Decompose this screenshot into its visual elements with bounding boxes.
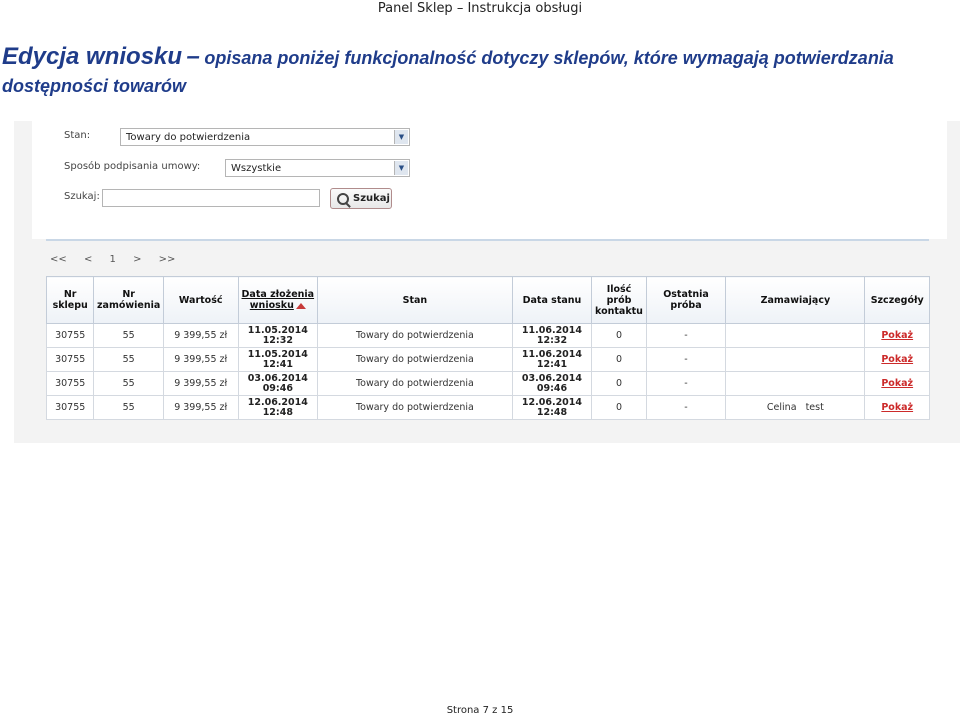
search-button-label: Szukaj bbox=[353, 193, 390, 204]
cell-nr-sklepu: 30755 bbox=[45, 395, 95, 420]
cell-data-stanu: 12.06.2014 12:48 bbox=[511, 395, 593, 420]
col-data-stanu[interactable]: Data stanu bbox=[511, 276, 593, 324]
cell-data-stanu: 03.06.2014 09:46 bbox=[511, 371, 593, 396]
cell-wartosc: 9 399,55 zł bbox=[162, 347, 239, 372]
col-ostatnia-proba[interactable]: Ostatnia próba bbox=[645, 276, 727, 324]
pagination: << < 1 > >> bbox=[50, 254, 189, 265]
col-nr-zamowienia[interactable]: Nr zamówienia bbox=[93, 276, 164, 324]
page-footer: Strona 7 z 15 bbox=[446, 705, 514, 716]
requests-table: Nr sklepu Nr zamówienia Wartość Data złoże… bbox=[45, 276, 930, 420]
heading-description-line2: dostępności towarów bbox=[2, 76, 187, 96]
cell-zamawiajacy: Celina test bbox=[725, 395, 866, 420]
search-icon bbox=[337, 193, 349, 205]
search-button[interactable]: Szukaj bbox=[330, 188, 392, 209]
cell-ostatnia-proba: - bbox=[645, 395, 727, 420]
pager-prev[interactable]: < bbox=[84, 254, 92, 265]
cell-zamawiajacy bbox=[725, 347, 866, 372]
sposob-select[interactable]: Wszystkie ▼ bbox=[225, 159, 410, 177]
cell-szczegoly: Pokaż bbox=[864, 347, 930, 372]
cell-nr-sklepu: 30755 bbox=[45, 323, 95, 348]
cell-data-stanu: 11.06.2014 12:41 bbox=[511, 347, 593, 372]
heading-main: Edycja wniosku bbox=[2, 43, 183, 70]
cell-ostatnia-proba: - bbox=[645, 347, 727, 372]
table-row: 30755 55 9 399,55 zł 12.06.2014 12:48 Tow… bbox=[45, 395, 930, 420]
cell-data-zlozenia: 12.06.2014 12:48 bbox=[237, 395, 319, 420]
cell-stan: Towary do potwierdzenia bbox=[317, 371, 513, 396]
col-stan[interactable]: Stan bbox=[317, 276, 513, 324]
cell-ostatnia-proba: - bbox=[645, 371, 727, 396]
details-link[interactable]: Pokaż bbox=[881, 378, 913, 389]
col-szczegoly: Szczegóły bbox=[864, 276, 930, 324]
cell-ilosc-prob: 0 bbox=[591, 347, 647, 372]
cell-ostatnia-proba: - bbox=[645, 323, 727, 348]
heading-dash: – bbox=[186, 43, 200, 70]
stan-label: Stan: bbox=[64, 130, 91, 141]
table-header-row: Nr sklepu Nr zamówienia Wartość Data złoże… bbox=[45, 276, 930, 324]
cell-wartosc: 9 399,55 zł bbox=[162, 371, 239, 396]
cell-nr-sklepu: 30755 bbox=[45, 371, 95, 396]
chevron-down-icon[interactable]: ▼ bbox=[394, 161, 408, 175]
table-row: 30755 55 9 399,55 zł 11.05.2014 12:32 Tow… bbox=[45, 323, 930, 348]
cell-szczegoly: Pokaż bbox=[864, 395, 930, 420]
pager-last[interactable]: >> bbox=[159, 254, 176, 265]
cell-ilosc-prob: 0 bbox=[591, 371, 647, 396]
screenshot-area: Stan: Towary do potwierdzenia ▼ Sposób p… bbox=[14, 121, 960, 443]
cell-nr-zamowienia: 55 bbox=[93, 347, 164, 372]
sposob-select-value: Wszystkie bbox=[231, 163, 282, 174]
pager-first[interactable]: << bbox=[50, 254, 67, 265]
cell-nr-zamowienia: 55 bbox=[93, 395, 164, 420]
search-input[interactable] bbox=[102, 189, 320, 207]
sort-asc-icon bbox=[295, 302, 306, 309]
pager-page[interactable]: 1 bbox=[110, 254, 116, 265]
pager-next[interactable]: > bbox=[133, 254, 141, 265]
szukaj-label: Szukaj: bbox=[64, 191, 100, 202]
separator bbox=[46, 239, 929, 241]
details-link[interactable]: Pokaż bbox=[881, 354, 913, 365]
heading-description: opisana poniżej funkcjonalność dotyczy s… bbox=[204, 48, 894, 68]
details-link[interactable]: Pokaż bbox=[881, 330, 913, 341]
cell-wartosc: 9 399,55 zł bbox=[162, 395, 239, 420]
col-zamawiajacy[interactable]: Zamawiający bbox=[725, 276, 866, 324]
cell-nr-zamowienia: 55 bbox=[93, 323, 164, 348]
cell-szczegoly: Pokaż bbox=[864, 323, 930, 348]
col-data-zlozenia[interactable]: Data złożenia wniosku bbox=[237, 276, 319, 324]
details-link[interactable]: Pokaż bbox=[881, 402, 913, 413]
table-row: 30755 55 9 399,55 zł 03.06.2014 09:46 Tow… bbox=[45, 371, 930, 396]
cell-wartosc: 9 399,55 zł bbox=[162, 323, 239, 348]
cell-stan: Towary do potwierdzenia bbox=[317, 395, 513, 420]
table-row: 30755 55 9 399,55 zł 11.05.2014 12:41 Tow… bbox=[45, 347, 930, 372]
cell-stan: Towary do potwierdzenia bbox=[317, 347, 513, 372]
stan-select-value: Towary do potwierdzenia bbox=[126, 132, 251, 143]
col-ilosc-prob[interactable]: Ilość prób kontaktu bbox=[591, 276, 647, 324]
cell-data-zlozenia: 03.06.2014 09:46 bbox=[237, 371, 319, 396]
cell-data-zlozenia: 11.05.2014 12:32 bbox=[237, 323, 319, 348]
cell-data-zlozenia: 11.05.2014 12:41 bbox=[237, 347, 319, 372]
cell-nr-sklepu: 30755 bbox=[45, 347, 95, 372]
cell-ilosc-prob: 0 bbox=[591, 395, 647, 420]
col-wartosc[interactable]: Wartość bbox=[162, 276, 239, 324]
chevron-down-icon[interactable]: ▼ bbox=[394, 130, 408, 144]
filter-panel: Stan: Towary do potwierdzenia ▼ Sposób p… bbox=[32, 121, 947, 239]
cell-zamawiajacy bbox=[725, 371, 866, 396]
cell-zamawiajacy bbox=[725, 323, 866, 348]
cell-ilosc-prob: 0 bbox=[591, 323, 647, 348]
page-heading: Edycja wniosku – opisana poniżej funkcjo… bbox=[2, 44, 958, 101]
cell-szczegoly: Pokaż bbox=[864, 371, 930, 396]
sposob-label: Sposób podpisania umowy: bbox=[64, 161, 201, 172]
cell-nr-zamowienia: 55 bbox=[93, 371, 164, 396]
document-header: Panel Sklep – Instrukcja obsługi bbox=[377, 1, 583, 16]
stan-select[interactable]: Towary do potwierdzenia ▼ bbox=[120, 128, 410, 146]
cell-data-stanu: 11.06.2014 12:32 bbox=[511, 323, 593, 348]
col-nr-sklepu[interactable]: Nr sklepu bbox=[45, 276, 95, 324]
cell-stan: Towary do potwierdzenia bbox=[317, 323, 513, 348]
